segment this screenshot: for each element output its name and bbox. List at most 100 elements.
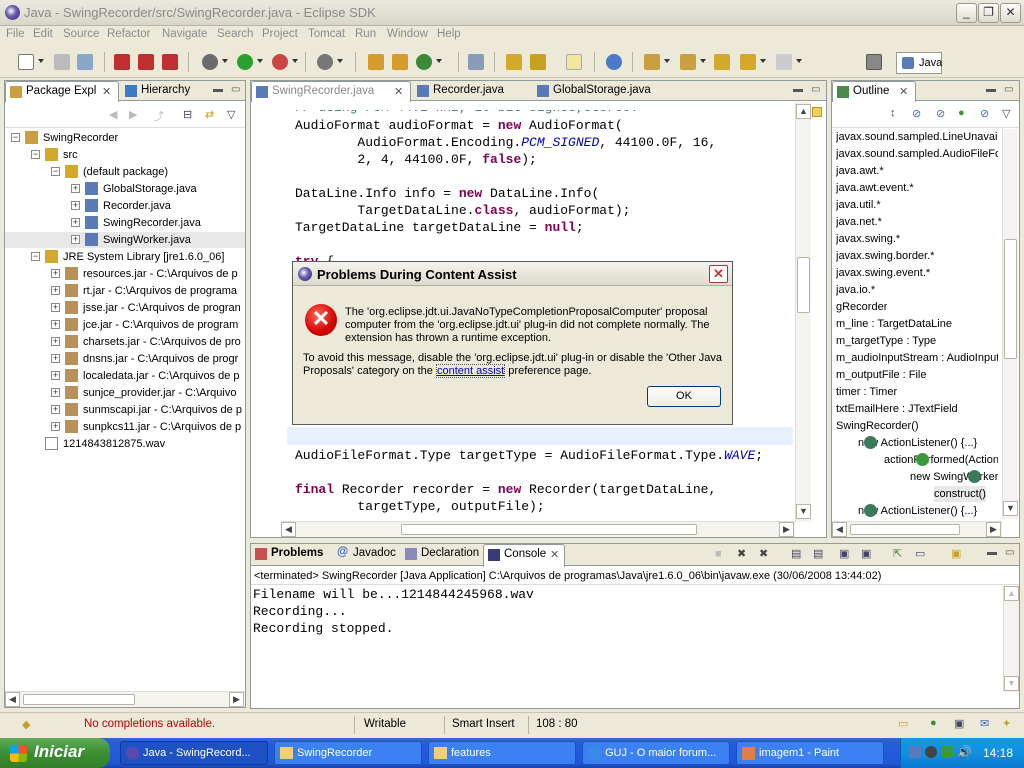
new-icon[interactable] (18, 54, 34, 70)
new-package-icon[interactable] (368, 54, 384, 70)
web-browser-icon[interactable] (606, 54, 622, 70)
expand-toggle-icon[interactable]: + (51, 337, 60, 346)
dialog-close-button[interactable]: ✕ (709, 265, 728, 283)
hide-static-icon[interactable]: ⊘ (936, 107, 945, 120)
open-task-icon[interactable] (506, 54, 522, 70)
menu-source[interactable]: Source (63, 28, 99, 40)
scroll-right-icon[interactable]: ▶ (229, 692, 244, 707)
collapse-toggle-icon[interactable]: − (31, 252, 40, 261)
outline-item[interactable]: new SwingWorker( (910, 469, 998, 485)
tree-item[interactable]: + GlobalStorage.java (5, 181, 245, 197)
forward-icon[interactable] (776, 54, 792, 70)
outline-item[interactable]: new ActionListener() {...} (858, 435, 977, 451)
expand-toggle-icon[interactable]: + (71, 201, 80, 210)
menu-project[interactable]: Project (262, 28, 298, 40)
star-icon[interactable]: ✦ (1002, 717, 1011, 730)
tray-volume-icon[interactable]: 🔊 (957, 745, 972, 759)
search-java-icon[interactable] (530, 54, 546, 70)
outline-item[interactable]: java.awt.* (836, 163, 884, 179)
highlight-icon[interactable] (566, 54, 582, 70)
display-console-icon[interactable]: ▭ (915, 547, 925, 560)
task-eclipse[interactable]: Java - SwingRecord... (120, 741, 268, 765)
new-run-icon[interactable] (416, 54, 432, 70)
outline-item[interactable]: javax.swing.* (836, 231, 900, 247)
scroll-thumb[interactable] (23, 694, 135, 705)
scroll-thumb[interactable] (1004, 239, 1017, 359)
up-nav-icon[interactable]: ⤴ (153, 108, 164, 124)
tab-javadoc[interactable]: @ Javadoc (333, 544, 399, 564)
scroll-left-icon[interactable]: ◀ (5, 692, 20, 707)
scroll-lock-icon[interactable]: ▤ (813, 547, 823, 560)
tasks-icon[interactable]: ▭ (898, 717, 908, 730)
open-perspective-icon[interactable] (866, 54, 882, 70)
outline-item[interactable]: new ActionListener() {...} (858, 503, 977, 519)
expand-toggle-icon[interactable]: + (51, 354, 60, 363)
editor-hscroll[interactable]: ◀ ▶ (281, 521, 795, 537)
tab-globalstorage-java[interactable]: GlobalStorage.java (533, 81, 663, 101)
remove-all-icon[interactable]: ✖ (759, 547, 768, 560)
tree-item[interactable]: + sunjce_provider.jar - C:\Arquivo (5, 385, 245, 401)
remove-launch-icon[interactable]: ✖ (737, 547, 746, 560)
outline-item[interactable]: java.awt.event.* (836, 180, 914, 196)
outline-item[interactable]: java.util.* (836, 197, 881, 213)
tips-icon[interactable]: ● (930, 717, 937, 729)
menu-navigate[interactable]: Navigate (162, 28, 207, 40)
tree-item[interactable]: + rt.jar - C:\Arquivos de programa (5, 283, 245, 299)
outline-item[interactable]: javax.sound.sampled.AudioFileFor (836, 146, 998, 162)
scroll-down-icon[interactable]: ▼ (1003, 501, 1018, 516)
maximize-view-icon[interactable]: ▭ (231, 84, 240, 95)
sort-icon[interactable]: ↕ (890, 107, 896, 119)
tray-app-icon[interactable] (909, 746, 921, 758)
tab-declaration[interactable]: Declaration (401, 544, 481, 564)
expand-toggle-icon[interactable]: + (51, 388, 60, 397)
ok-button[interactable]: OK (647, 386, 721, 407)
tree-item[interactable]: + localedata.jar - C:\Arquivos de p (5, 368, 245, 384)
outline-item[interactable]: timer : Timer (836, 384, 897, 400)
hide-nonpublic-icon[interactable]: ● (958, 107, 965, 119)
scroll-thumb[interactable] (850, 524, 960, 535)
view-menu-icon[interactable]: ▽ (227, 108, 235, 121)
print-icon[interactable] (77, 54, 93, 70)
maximize-view-icon[interactable]: ▭ (1005, 547, 1014, 558)
outline-vscroll[interactable]: ▼ (1002, 129, 1018, 519)
outline-item[interactable]: gRecorder (836, 299, 887, 315)
tab-hierarchy[interactable]: Hierarchy (121, 81, 205, 101)
expand-toggle-icon[interactable]: + (51, 320, 60, 329)
link-editor-icon[interactable]: ⇄ (205, 108, 214, 121)
tray-drive-icon[interactable] (925, 746, 937, 758)
outline-hscroll[interactable]: ◀ ▶ (832, 521, 1002, 537)
console-vscroll[interactable]: ▲ ▼ (1003, 586, 1019, 692)
expand-toggle-icon[interactable]: + (51, 303, 60, 312)
tree-item[interactable]: + charsets.jar - C:\Arquivos de pro (5, 334, 245, 350)
maximize-view-icon[interactable]: ▭ (1004, 84, 1013, 95)
scroll-thumb[interactable] (401, 524, 697, 535)
clock[interactable]: 14:18 (983, 746, 1013, 760)
outline-item[interactable]: javax.swing.border.* (836, 248, 934, 264)
tab-console[interactable]: Console ✕ (483, 544, 565, 567)
tree-item[interactable]: + resources.jar - C:\Arquivos de p (5, 266, 245, 282)
outline-item[interactable]: java.net.* (836, 214, 882, 230)
java-perspective-button[interactable]: Java (896, 52, 942, 74)
minimize-view-icon[interactable]: ▬ (987, 547, 997, 558)
prev-annotation-icon[interactable] (680, 54, 696, 70)
scroll-right-icon[interactable]: ▶ (986, 522, 1001, 537)
tree-item[interactable]: + SwingRecorder.java (5, 215, 245, 231)
hide-fields-icon[interactable]: ⊘ (912, 107, 921, 120)
expand-toggle-icon[interactable]: + (71, 218, 80, 227)
run-icon[interactable] (237, 54, 253, 70)
expand-toggle-icon[interactable]: + (51, 286, 60, 295)
tree-item[interactable]: + jce.jar - C:\Arquivos de program (5, 317, 245, 333)
minimize-view-icon[interactable]: ▬ (213, 84, 223, 95)
overview-warning-marker[interactable] (812, 107, 822, 117)
tree-item[interactable]: − JRE System Library [jre1.6.0_06] (5, 249, 245, 265)
tree-item[interactable]: + dnsns.jar - C:\Arquivos de progr (5, 351, 245, 367)
outline-item[interactable]: txtEmailHere : JTextField (836, 401, 958, 417)
menu-refactor[interactable]: Refactor (107, 28, 150, 40)
terminate-icon[interactable]: ■ (715, 548, 722, 560)
maximize-button[interactable]: ❐ (978, 3, 999, 23)
image-icon[interactable]: ▣ (954, 717, 964, 730)
minimize-view-icon[interactable]: ▬ (986, 84, 996, 95)
task-swingrecorder[interactable]: SwingRecorder (274, 741, 422, 765)
editor-vscroll[interactable]: ▲ ▼ (795, 102, 811, 522)
open-console-icon[interactable]: ▣ (951, 547, 961, 560)
